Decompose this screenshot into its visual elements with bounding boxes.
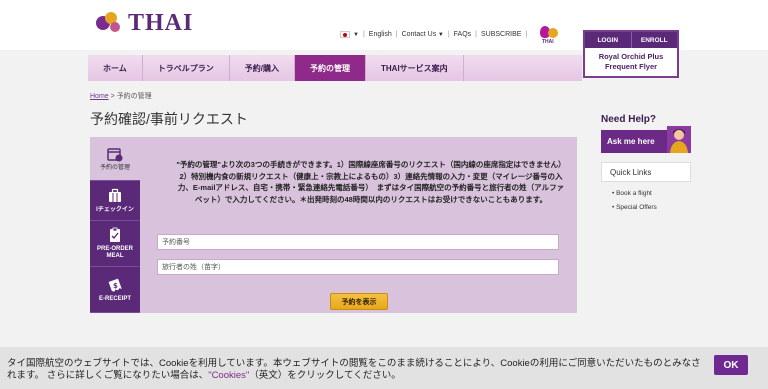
faqs-link[interactable]: FAQs — [454, 31, 472, 38]
main-nav: ホーム トラベルプラン 予約/購入 予約の管理 THAIサービス案内 — [88, 55, 582, 81]
breadcrumb: Home > 予約の管理 — [90, 93, 152, 100]
cookie-banner: タイ国際航空のウェブサイトでは、Cookieを利用しています。本ウェブサイトの閲… — [0, 347, 768, 389]
show-booking-button[interactable]: 予約を表示 — [330, 293, 388, 310]
enroll-button[interactable]: ENROLL — [630, 32, 678, 48]
receipt-icon: $ — [108, 278, 122, 292]
assistant-avatar-icon — [667, 126, 691, 153]
tab-checkin[interactable]: Iチェックイン — [90, 181, 140, 221]
program-label[interactable]: Royal Orchid Plus Frequent Flyer — [585, 52, 677, 72]
tab-pre-order-meal[interactable]: PRE-ORDER MEAL — [90, 221, 140, 267]
quick-link-book-flight[interactable]: Book a flight — [612, 187, 657, 201]
chevron-down-icon[interactable]: ▼ — [353, 32, 359, 38]
language-link[interactable]: English — [369, 31, 392, 38]
clipboard-icon — [110, 227, 120, 242]
nav-item-home[interactable]: ホーム — [88, 55, 143, 81]
cookie-ok-button[interactable]: OK — [714, 355, 748, 375]
cookies-link[interactable]: "Cookies" — [208, 370, 249, 381]
breadcrumb-current: 予約の管理 — [116, 93, 152, 100]
tab-e-receipt[interactable]: $ E-RECEIPT — [90, 267, 140, 313]
manage-booking-panel: 予約の管理 Iチェックイン PRE-ORDER MEAL $ E-RECEIPT… — [90, 137, 577, 313]
last-name-input[interactable]: 旅行者の姓（苗字） — [157, 259, 559, 275]
orchid-logo-icon — [96, 12, 124, 34]
ask-me-button[interactable]: Ask me here — [601, 126, 691, 153]
contact-us-link[interactable]: Contact Us — [402, 31, 437, 38]
nav-item-travel-plan[interactable]: トラベルプラン — [143, 55, 230, 81]
star-alliance-logo[interactable]: THAI — [536, 26, 568, 46]
subscribe-link[interactable]: SUBSCRIBE — [481, 31, 521, 38]
cookie-message: タイ国際航空のウェブサイトでは、Cookieを利用しています。本ウェブサイトの閲… — [7, 358, 701, 381]
need-help-heading: Need Help? — [601, 114, 657, 125]
suitcase-icon — [109, 188, 121, 202]
calendar-icon — [107, 147, 123, 161]
side-tabs: 予約の管理 Iチェックイン PRE-ORDER MEAL $ E-RECEIPT — [90, 137, 140, 313]
nav-item-book[interactable]: 予約/購入 — [230, 55, 295, 81]
brand-name: THAI — [128, 9, 194, 36]
japan-flag-icon[interactable] — [340, 31, 350, 38]
nav-item-services[interactable]: THAIサービス案内 — [366, 55, 464, 81]
nav-item-manage-booking[interactable]: 予約の管理 — [295, 55, 366, 81]
booking-number-input[interactable]: 予約番号 — [157, 234, 559, 250]
instructions-text: "予約の管理"より次の3つの手続きができます。1）国際線座席番号のリクエスト（国… — [176, 160, 566, 204]
quick-links-heading: Quick Links — [601, 162, 691, 182]
royal-orchid-plus-box: LOGIN ENROLL Royal Orchid Plus Frequent … — [583, 30, 679, 78]
thai-logo[interactable]: THAI — [96, 10, 193, 36]
tab-manage-booking[interactable]: 予約の管理 — [90, 137, 140, 181]
svg-text:$: $ — [113, 282, 118, 290]
utility-bar: ▼ | English | Contact Us ▼ | FAQs | SUBS… — [340, 31, 531, 38]
breadcrumb-home-link[interactable]: Home — [90, 93, 109, 100]
login-button[interactable]: LOGIN — [585, 32, 631, 48]
chevron-down-icon[interactable]: ▼ — [436, 32, 444, 38]
quick-link-special-offers[interactable]: Special Offers — [612, 201, 657, 215]
page-title: 予約確認/事前リクエスト — [90, 111, 248, 127]
quick-links-list: Book a flight Special Offers — [612, 187, 657, 215]
